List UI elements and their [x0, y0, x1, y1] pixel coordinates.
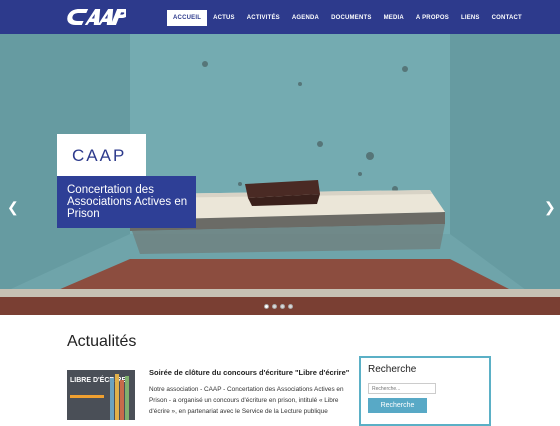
nav-item-contact[interactable]: CONTACT: [486, 10, 528, 26]
slider-dot[interactable]: [272, 304, 277, 309]
main-nav: ACCUEIL ACTUS ACTIVITÉS AGENDA DOCUMENTS…: [167, 10, 528, 26]
slider-pagination: [264, 304, 293, 309]
caption-title-text: CAAP: [72, 146, 127, 165]
slider-dot[interactable]: [288, 304, 293, 309]
nav-item-media[interactable]: MEDIA: [378, 10, 410, 26]
caap-logo-mark: [67, 9, 130, 25]
caap-logo[interactable]: [66, 5, 130, 29]
search-widget-title: Recherche: [368, 364, 417, 375]
article-title[interactable]: Soirée de clôture du concours d'écriture…: [149, 368, 349, 377]
slider-dot[interactable]: [280, 304, 285, 309]
nav-item-accueil[interactable]: ACCUEIL: [167, 10, 208, 26]
chevron-right-icon[interactable]: ❯: [544, 199, 556, 216]
site-header: ACCUEIL ACTUS ACTIVITÉS AGENDA DOCUMENTS…: [0, 0, 560, 34]
slider-dot[interactable]: [264, 304, 269, 309]
news-heading: Actualités: [67, 333, 137, 350]
nav-item-activites[interactable]: ACTIVITÉS: [241, 10, 286, 26]
hero-slider: CAAP Concertation des Associations Activ…: [0, 34, 560, 315]
nav-item-actus[interactable]: ACTUS: [207, 10, 241, 26]
search-button[interactable]: Recherche: [368, 398, 427, 413]
caption-text: Concertation des Associations Actives en…: [67, 184, 188, 220]
nav-item-agenda[interactable]: AGENDA: [286, 10, 325, 26]
nav-item-a-propos[interactable]: A PROPOS: [410, 10, 455, 26]
search-input[interactable]: [368, 383, 436, 394]
search-widget: Recherche Recherche: [359, 356, 491, 426]
slide-caption: Concertation des Associations Actives en…: [57, 176, 196, 228]
chevron-left-icon[interactable]: ❮: [7, 199, 19, 216]
article-thumbnail[interactable]: LIBRE D'ÉCRIRE: [67, 370, 135, 420]
nav-item-liens[interactable]: LIENS: [455, 10, 486, 26]
slide-caption-title: CAAP: [57, 134, 146, 176]
thumbnail-bar: [70, 395, 104, 398]
nav-item-documents[interactable]: DOCUMENTS: [325, 10, 377, 26]
article-excerpt: Notre association - CAAP - Concertation …: [149, 386, 344, 415]
pencils-icon: [110, 374, 129, 420]
